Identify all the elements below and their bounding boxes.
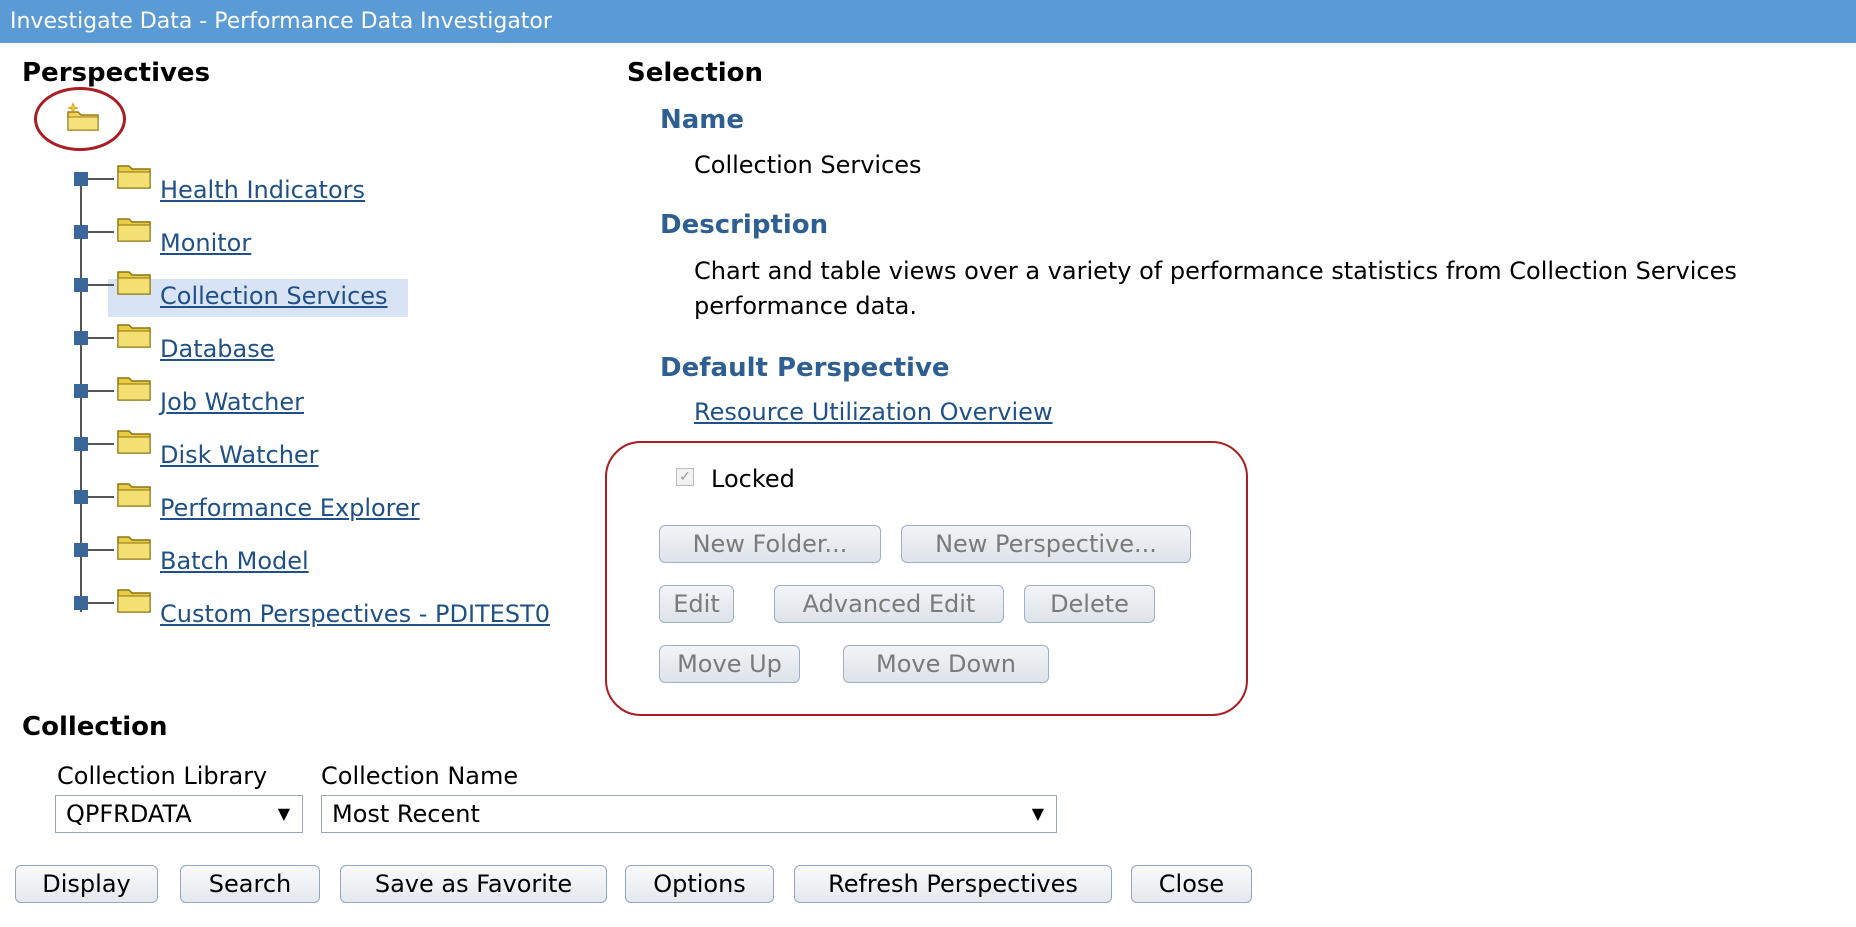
expand-node-icon[interactable] bbox=[74, 437, 88, 451]
default-perspective-link[interactable]: Resource Utilization Overview bbox=[694, 398, 1053, 426]
tree-branch-line bbox=[88, 178, 114, 180]
description-line-1: Chart and table views over a variety of … bbox=[694, 257, 1737, 285]
move-up-button[interactable]: Move Up bbox=[659, 645, 800, 683]
tree-item-label[interactable]: Health Indicators bbox=[160, 176, 365, 204]
expand-node-icon[interactable] bbox=[74, 331, 88, 345]
options-button[interactable]: Options bbox=[625, 865, 774, 903]
window-title: Investigate Data - Performance Data Inve… bbox=[0, 0, 1856, 43]
tree-item-label[interactable]: Performance Explorer bbox=[160, 494, 420, 522]
collection-library-select[interactable]: QPFRDATA ▼ bbox=[55, 795, 303, 833]
collection-name-label: Collection Name bbox=[321, 762, 519, 790]
folder-icon bbox=[117, 483, 151, 507]
delete-button[interactable]: Delete bbox=[1024, 585, 1155, 623]
advanced-edit-button[interactable]: Advanced Edit bbox=[774, 585, 1004, 623]
folder-icon bbox=[117, 536, 151, 560]
chevron-down-icon: ▼ bbox=[277, 804, 290, 823]
collection-heading: Collection bbox=[22, 712, 168, 742]
default-perspective-label: Default Perspective bbox=[660, 353, 950, 383]
collection-library-label: Collection Library bbox=[57, 762, 268, 790]
folder-icon bbox=[117, 589, 151, 613]
tree-item-label[interactable]: Disk Watcher bbox=[160, 441, 319, 469]
move-down-button[interactable]: Move Down bbox=[843, 645, 1049, 683]
expand-node-icon[interactable] bbox=[74, 490, 88, 504]
expand-node-icon[interactable] bbox=[74, 384, 88, 398]
expand-node-icon[interactable] bbox=[74, 225, 88, 239]
tree-item-label[interactable]: Batch Model bbox=[160, 547, 309, 575]
display-button[interactable]: Display bbox=[15, 865, 158, 903]
folder-icon bbox=[117, 324, 151, 348]
expand-node-icon[interactable] bbox=[74, 596, 88, 610]
selection-heading: Selection bbox=[627, 58, 764, 88]
collection-name-value: Most Recent bbox=[332, 800, 480, 828]
refresh-perspectives-button[interactable]: Refresh Perspectives bbox=[794, 865, 1112, 903]
locked-label: Locked bbox=[711, 465, 795, 493]
tree-branch-line bbox=[88, 443, 114, 445]
locked-checkbox[interactable]: ✓ bbox=[676, 468, 694, 486]
folder-icon bbox=[117, 165, 151, 189]
expand-node-icon[interactable] bbox=[74, 172, 88, 186]
name-value: Collection Services bbox=[694, 151, 922, 179]
chevron-down-icon: ▼ bbox=[1031, 804, 1044, 823]
folder-icon bbox=[117, 430, 151, 454]
new-folder-button[interactable]: New Folder... bbox=[659, 525, 881, 563]
tree-item-label[interactable]: Monitor bbox=[160, 229, 251, 257]
new-perspective-button[interactable]: New Perspective... bbox=[901, 525, 1191, 563]
tree-item-label[interactable]: Database bbox=[160, 335, 275, 363]
tree-branch-line bbox=[88, 231, 114, 233]
collection-library-value: QPFRDATA bbox=[66, 800, 192, 828]
folder-icon bbox=[117, 271, 151, 295]
close-button[interactable]: Close bbox=[1131, 865, 1252, 903]
tree-branch-line bbox=[88, 284, 114, 286]
collection-name-select[interactable]: Most Recent ▼ bbox=[321, 795, 1057, 833]
expand-node-icon[interactable] bbox=[74, 278, 88, 292]
description-label: Description bbox=[660, 210, 829, 240]
tree-item-label[interactable]: Job Watcher bbox=[160, 388, 304, 416]
perspectives-heading: Perspectives bbox=[22, 58, 211, 88]
annotation-circle bbox=[34, 87, 126, 151]
tree-branch-line bbox=[88, 602, 114, 604]
edit-button[interactable]: Edit bbox=[659, 585, 734, 623]
save-favorite-button[interactable]: Save as Favorite bbox=[340, 865, 607, 903]
name-label: Name bbox=[660, 105, 745, 135]
expand-node-icon[interactable] bbox=[74, 543, 88, 557]
tree-branch-line bbox=[88, 496, 114, 498]
search-button[interactable]: Search bbox=[180, 865, 320, 903]
tree-branch-line bbox=[88, 549, 114, 551]
tree-item-label[interactable]: Collection Services bbox=[160, 282, 388, 310]
tree-branch-line bbox=[88, 337, 114, 339]
folder-icon bbox=[117, 218, 151, 242]
description-line-2: performance data. bbox=[694, 292, 918, 320]
folder-icon bbox=[117, 377, 151, 401]
tree-item-label[interactable]: Custom Perspectives - PDITEST0 bbox=[160, 600, 550, 628]
tree-branch-line bbox=[88, 390, 114, 392]
